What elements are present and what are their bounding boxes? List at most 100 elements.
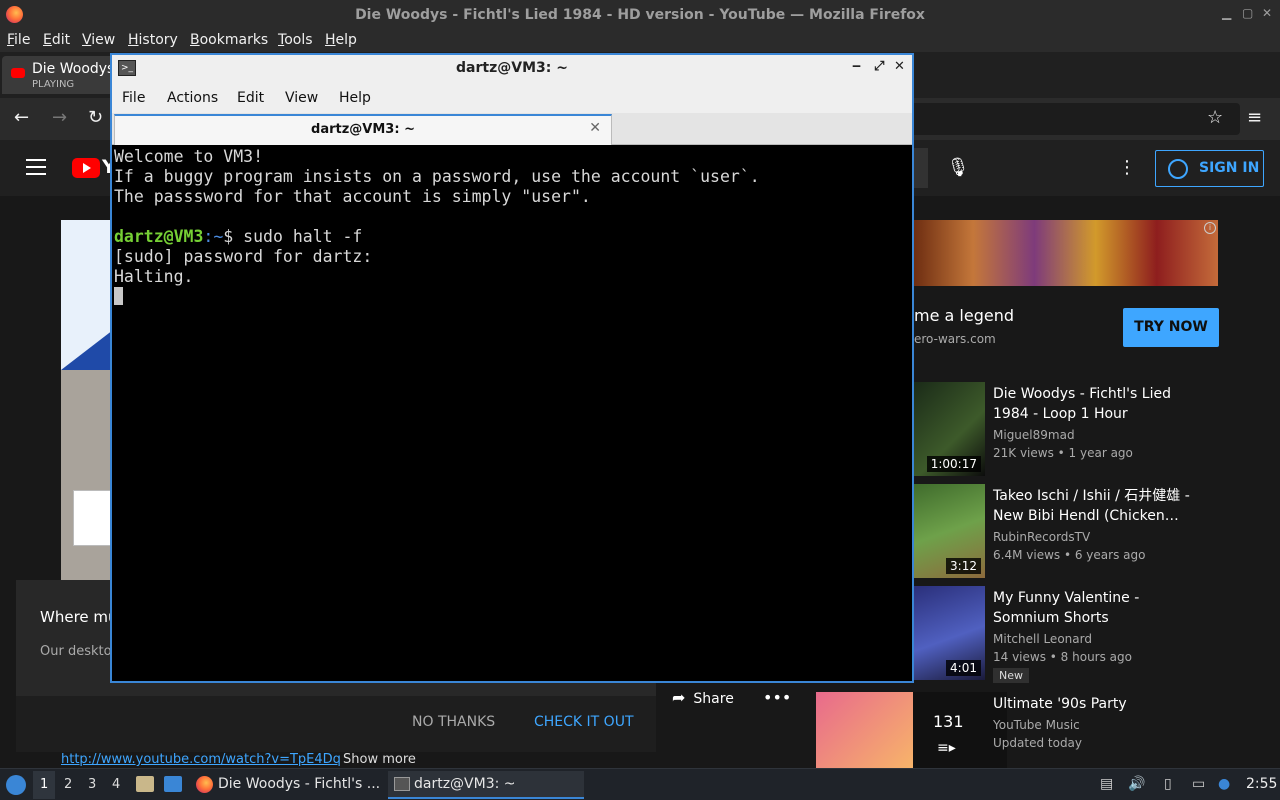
menu-help[interactable]: Help [325, 32, 357, 48]
account-icon [1168, 159, 1188, 179]
file-manager-icon[interactable] [136, 776, 154, 792]
tab-playing-status: PLAYING [32, 79, 75, 90]
menu-history[interactable]: History [128, 32, 178, 48]
start-menu-icon[interactable] [6, 775, 26, 795]
forward-icon[interactable]: → [52, 107, 67, 128]
menu-file[interactable]: File [7, 32, 30, 48]
close-tab-icon[interactable]: ✕ [589, 120, 601, 136]
video-meta: 21K views • 1 year ago [993, 446, 1133, 460]
notes-icon[interactable]: ▯ [1164, 776, 1172, 792]
video-thumbnail: 4:01 [912, 586, 985, 680]
taskbar-firefox[interactable]: Die Woodys - Fichtl's ... [192, 771, 384, 799]
maximize-icon[interactable]: ⤢ [874, 59, 884, 74]
playlist-video-count: 131 [933, 712, 964, 731]
close-icon[interactable]: ✕ [894, 59, 905, 74]
menu-view[interactable]: View [82, 32, 115, 48]
ad-title[interactable]: me a legend [914, 306, 1014, 325]
firefox-window-title: Die Woodys - Fichtl's Lied 1984 - HD ver… [355, 7, 925, 23]
taskbar-terminal[interactable]: dartz@VM3: ~ [388, 771, 584, 799]
workspace-1[interactable]: 1 [40, 777, 48, 792]
terminal-line: Welcome to VM3! [114, 147, 264, 166]
terminal-titlebar[interactable]: >_ dartz@VM3: ~ ‒ ⤢ ✕ [112, 55, 912, 83]
check-it-out-button[interactable]: CHECK IT OUT [534, 714, 634, 730]
minimize-icon[interactable]: ‒ [852, 59, 861, 74]
promo-subtext: Our desktop [40, 644, 120, 659]
show-desktop-icon[interactable] [164, 776, 182, 792]
network-icon[interactable]: ▭ [1192, 776, 1205, 792]
microphone-icon[interactable]: 🎙 [943, 153, 973, 183]
firefox-titlebar: Die Woodys - Fichtl's Lied 1984 - HD ver… [0, 0, 1280, 30]
clock[interactable]: 2:55 [1246, 776, 1277, 792]
video-title: Takeo Ischi / Ishii / 石井健雄 - New Bibi He… [993, 488, 1190, 524]
terminal-menu-view[interactable]: View [285, 90, 318, 106]
ad-banner-image[interactable] [912, 220, 1218, 286]
volume-icon[interactable]: 🔊 [1128, 776, 1145, 792]
back-icon[interactable]: ← [14, 107, 29, 128]
prompt-path: :~ [203, 227, 224, 246]
terminal-window[interactable]: >_ dartz@VM3: ~ ‒ ⤢ ✕ File Actions Edit … [110, 53, 914, 683]
terminal-line: The passsword for that account is simply… [114, 187, 591, 206]
description-link[interactable]: http://www.youtube.com/watch?v=TpE4Dq [61, 752, 341, 767]
terminal-menubar: File Actions Edit View Help [112, 83, 912, 113]
terminal-menu-actions[interactable]: Actions [167, 90, 218, 106]
video-title: My Funny Valentine - Somnium Shorts [993, 590, 1140, 626]
terminal-prompt-line: dartz@VM3:~$ sudo halt -f [114, 227, 910, 247]
menu-edit[interactable]: Edit [43, 32, 70, 48]
terminal-tab[interactable]: dartz@VM3: ~ ✕ [114, 114, 612, 145]
workspace-2[interactable]: 2 [64, 777, 72, 792]
menu-bookmarks[interactable]: Bookmarks [190, 32, 268, 48]
try-now-button[interactable]: TRY NOW [1123, 308, 1219, 347]
share-icon: ➦ [672, 688, 686, 707]
terminal-menu-edit[interactable]: Edit [237, 90, 264, 106]
terminal-tabbar: dartz@VM3: ~ ✕ [112, 113, 912, 145]
minimize-icon[interactable]: ▁ [1222, 6, 1231, 20]
playlist-icon: ≡▸ [937, 740, 956, 756]
castle-roof [61, 330, 113, 370]
playlist-meta: Updated today [993, 736, 1083, 750]
video-meta: 14 views • 8 hours ago [993, 650, 1132, 664]
prompt-symbol: $ [223, 227, 244, 246]
terminal-menu-help[interactable]: Help [339, 90, 371, 106]
video-player[interactable] [61, 220, 113, 580]
hero-wars-logo [73, 490, 113, 546]
show-more-button[interactable]: Show more [343, 752, 416, 767]
related-video[interactable]: 3:12 Takeo Ischi / Ishii / 石井健雄 - New Bi… [912, 484, 1232, 580]
terminal-output[interactable]: Welcome to VM3! If a buggy program insist… [114, 147, 910, 681]
channel-name: RubinRecordsTV [993, 530, 1091, 544]
channel-name: YouTube Music [993, 718, 1080, 732]
share-button[interactable]: ➦ Share [672, 688, 734, 707]
sign-in-button[interactable]: SIGN IN [1155, 150, 1264, 187]
workspace-4[interactable]: 4 [112, 777, 120, 792]
prompt-user: dartz@VM3 [114, 227, 204, 246]
video-title: Die Woodys - Fichtl's Lied 1984 - Loop 1… [993, 386, 1171, 422]
tab-title: Die Woodys [32, 61, 115, 77]
video-thumbnail: 1:00:17 [912, 382, 985, 476]
playlist-title: Ultimate '90s Party [993, 696, 1127, 712]
maximize-icon[interactable]: ▢ [1242, 6, 1253, 20]
hamburger-menu-icon[interactable]: ≡ [1247, 107, 1262, 128]
more-actions-icon[interactable]: ••• [763, 688, 791, 707]
clipboard-icon[interactable]: ▤ [1100, 776, 1113, 792]
terminal-icon [394, 777, 410, 791]
update-notifier-icon[interactable]: ● [1218, 776, 1230, 792]
bookmark-star-icon[interactable]: ☆ [1207, 107, 1223, 128]
workspace-3[interactable]: 3 [88, 777, 96, 792]
more-options-icon[interactable]: ⋮ [1118, 153, 1136, 183]
ad-info-icon[interactable]: i [1204, 222, 1216, 234]
terminal-line: [sudo] password for dartz: [114, 247, 373, 266]
terminal-menu-file[interactable]: File [122, 90, 145, 106]
related-video[interactable]: 1:00:17 Die Woodys - Fichtl's Lied 1984 … [912, 382, 1232, 478]
guide-menu-icon[interactable] [26, 159, 46, 175]
video-meta: 6.4M views • 6 years ago [993, 548, 1146, 562]
search-button[interactable] [912, 148, 928, 188]
youtube-logo-icon[interactable] [72, 158, 100, 178]
related-video[interactable]: 4:01 My Funny Valentine - Somnium Shorts… [912, 586, 1232, 683]
no-thanks-button[interactable]: NO THANKS [412, 714, 495, 730]
sign-in-label: SIGN IN [1199, 160, 1260, 176]
video-duration: 1:00:17 [926, 456, 981, 472]
browser-tab[interactable]: Die Woodys PLAYING [2, 56, 120, 94]
close-icon[interactable]: ✕ [1262, 6, 1272, 20]
menu-tools[interactable]: Tools [278, 32, 313, 48]
reload-icon[interactable]: ↻ [88, 107, 103, 128]
